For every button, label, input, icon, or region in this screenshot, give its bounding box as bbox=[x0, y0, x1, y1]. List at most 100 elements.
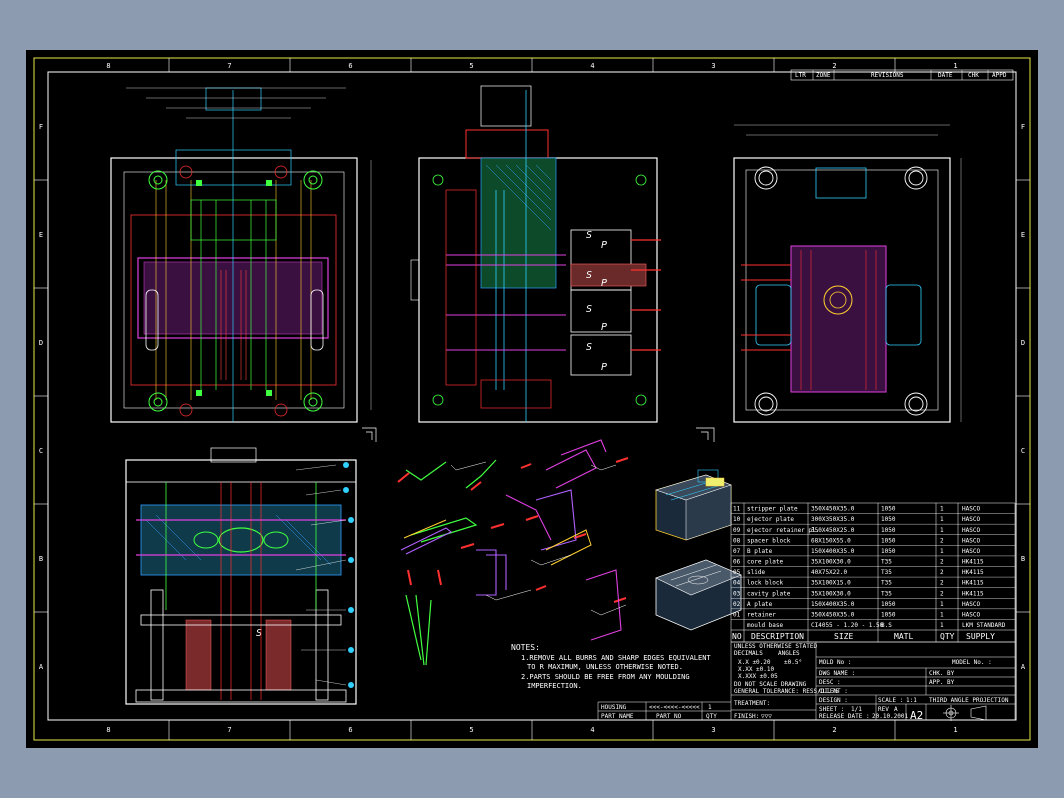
bom-cell-desc: lock block bbox=[747, 580, 784, 587]
housing-qty: 1 bbox=[708, 704, 712, 711]
note-line-1: 1.REMOVE ALL BURRS AND SHARP EDGES EQUIV… bbox=[521, 654, 711, 662]
bom-cell-no: 06 bbox=[733, 559, 741, 566]
bom-cell-supply: HASCO bbox=[962, 611, 980, 618]
bom-cell-no: 08 bbox=[733, 537, 741, 544]
tol-decimals: DECIMALS bbox=[734, 650, 763, 657]
bom-cell-supply: HASCO bbox=[962, 601, 980, 608]
drawing-sheet: 8877665544332211FFEEDDCCBBAA LTR ZONE RE… bbox=[26, 50, 1038, 748]
do-not-scale: DO NOT SCALE DRAWING bbox=[734, 681, 807, 688]
bom-cell-matl: 1050 bbox=[881, 516, 896, 523]
bom-cell-qty: 2 bbox=[940, 537, 944, 544]
bom-cell-no: 05 bbox=[733, 569, 741, 576]
notes-title: NOTES: bbox=[511, 643, 540, 652]
projection-symbol bbox=[943, 705, 987, 721]
tol-angles: ANGLES bbox=[778, 650, 800, 657]
part-no-label: PART NO bbox=[656, 713, 682, 720]
rev-label: REV bbox=[878, 706, 889, 713]
sheet-value: 1/1 bbox=[851, 706, 862, 713]
tol-header: UNLESS OTHERWISE STATED bbox=[734, 643, 817, 650]
bom-cell-matl: T35 bbox=[881, 590, 892, 597]
projection-label: THIRD ANGLE PROJECTION bbox=[929, 697, 1009, 704]
zone-row-right: D bbox=[1021, 339, 1025, 347]
zone-col-top: 3 bbox=[711, 62, 715, 70]
bom-cell-desc: ejector retainer pl. bbox=[747, 527, 819, 534]
zone-col-bottom: 2 bbox=[832, 726, 836, 734]
bom-cell-matl: T35 bbox=[881, 569, 892, 576]
bom-header-supply: SUPPLY bbox=[966, 632, 995, 641]
rev-header-appd: APPD bbox=[992, 72, 1007, 79]
rev-header-revisions: REVISIONS bbox=[871, 72, 904, 79]
section-mark: P bbox=[601, 322, 607, 333]
zone-col-bottom: 4 bbox=[590, 726, 594, 734]
client-label: CLIENT : bbox=[819, 688, 848, 695]
bom-cell-size: 40X75X22.0 bbox=[811, 569, 848, 576]
mold-plan-view bbox=[110, 87, 372, 423]
section-mark: P bbox=[601, 362, 607, 373]
app-by-label: APP. BY bbox=[929, 679, 955, 686]
desc-label: DESC : bbox=[819, 679, 841, 686]
bom-cell-desc: spacer block bbox=[747, 537, 791, 544]
zone-row-left: B bbox=[39, 555, 43, 563]
bom-cell-qty: 2 bbox=[940, 569, 944, 576]
bom-cell-size: 350X450X35.0 bbox=[811, 506, 855, 513]
scale-value: 1:1 bbox=[906, 697, 917, 704]
bom-cell-size: 68X150X55.0 bbox=[811, 537, 851, 544]
mold-no-label: MOLD No : bbox=[819, 659, 852, 666]
bom-header-no: NO bbox=[732, 632, 742, 641]
zone-col-top: 5 bbox=[469, 62, 473, 70]
bom-cell-qty: 2 bbox=[940, 559, 944, 566]
note-line-2: TO R MAXIMUM, UNLESS OTHERWISE NOTED. bbox=[527, 663, 683, 671]
zone-row-left: A bbox=[39, 663, 44, 671]
section-mark: S bbox=[586, 230, 592, 241]
bom-cell-no: 10 bbox=[733, 516, 741, 523]
bom-cell-matl: 1050 bbox=[881, 527, 896, 534]
note-line-3: 2.PARTS SHOULD BE FREE FROM ANY MOULDING bbox=[521, 673, 690, 681]
zone-col-top: 4 bbox=[590, 62, 594, 70]
bom-cell-desc: slide bbox=[747, 569, 765, 576]
zone-col-top: 8 bbox=[106, 62, 110, 70]
bom-cell-no: 04 bbox=[733, 580, 741, 587]
zone-col-bottom: 7 bbox=[227, 726, 231, 734]
housing-value: <<<-<<<<-<<<<< bbox=[649, 704, 700, 711]
bill-of-materials: 11 stripper plate 350X450X35.0 1050 1 HASCO10… bbox=[730, 502, 1016, 643]
scale-label: SCALE : bbox=[878, 697, 903, 704]
bom-cell-size: 150X400X35.0 bbox=[811, 601, 855, 608]
zone-row-right: E bbox=[1021, 231, 1025, 239]
rev-header-zone: ZONE bbox=[816, 72, 831, 79]
bom-cell-matl: 1050 bbox=[881, 506, 896, 513]
bom-cell-supply: HASCO bbox=[962, 506, 980, 513]
zone-row-right: A bbox=[1021, 663, 1026, 671]
dwg-name-label: DWG NAME : bbox=[819, 670, 855, 677]
bom-cell-qty: 1 bbox=[940, 622, 944, 629]
bom-header-matl: MATL bbox=[894, 632, 913, 641]
mold-isometric-views bbox=[655, 469, 742, 631]
zone-col-top: 1 bbox=[953, 62, 957, 70]
bom-cell-matl: 1050 bbox=[881, 548, 896, 555]
bom-cell-size: 150X400X35.0 bbox=[811, 548, 855, 555]
zone-row-left: D bbox=[39, 339, 43, 347]
zone-col-top: 7 bbox=[227, 62, 231, 70]
mold-side-section bbox=[410, 85, 661, 423]
rev-header-date: DATE bbox=[938, 72, 953, 79]
bom-cell-desc: stripper plate bbox=[747, 506, 798, 513]
zone-row-left: E bbox=[39, 231, 43, 239]
bom-cell-no: 07 bbox=[733, 548, 741, 555]
bom-cell-matl: T35 bbox=[881, 580, 892, 587]
bom-cell-matl: B.S bbox=[881, 622, 892, 629]
bom-cell-size: 350X450X35.0 bbox=[811, 611, 855, 618]
rev-header-ltr: LTR bbox=[795, 72, 806, 79]
zone-col-top: 6 bbox=[348, 62, 352, 70]
zone-col-bottom: 6 bbox=[348, 726, 352, 734]
bom-cell-no: 11 bbox=[733, 506, 741, 513]
rev-header-chk: CHK bbox=[968, 72, 979, 79]
bom-cell-qty: 2 bbox=[940, 590, 944, 597]
bom-cell-size: 350X450X25.0 bbox=[811, 527, 855, 534]
housing-label: HOUSING bbox=[601, 704, 627, 711]
bom-cell-desc: mould base bbox=[747, 622, 784, 629]
treatment-label: TREATMENT: bbox=[734, 700, 770, 707]
zone-row-right: B bbox=[1021, 555, 1025, 563]
exploded-part-views bbox=[397, 439, 629, 666]
finish-label: FINISH: bbox=[734, 713, 759, 720]
bom-cell-no: 01 bbox=[733, 611, 741, 618]
tol-angle-value: ±0.5° bbox=[784, 659, 802, 666]
